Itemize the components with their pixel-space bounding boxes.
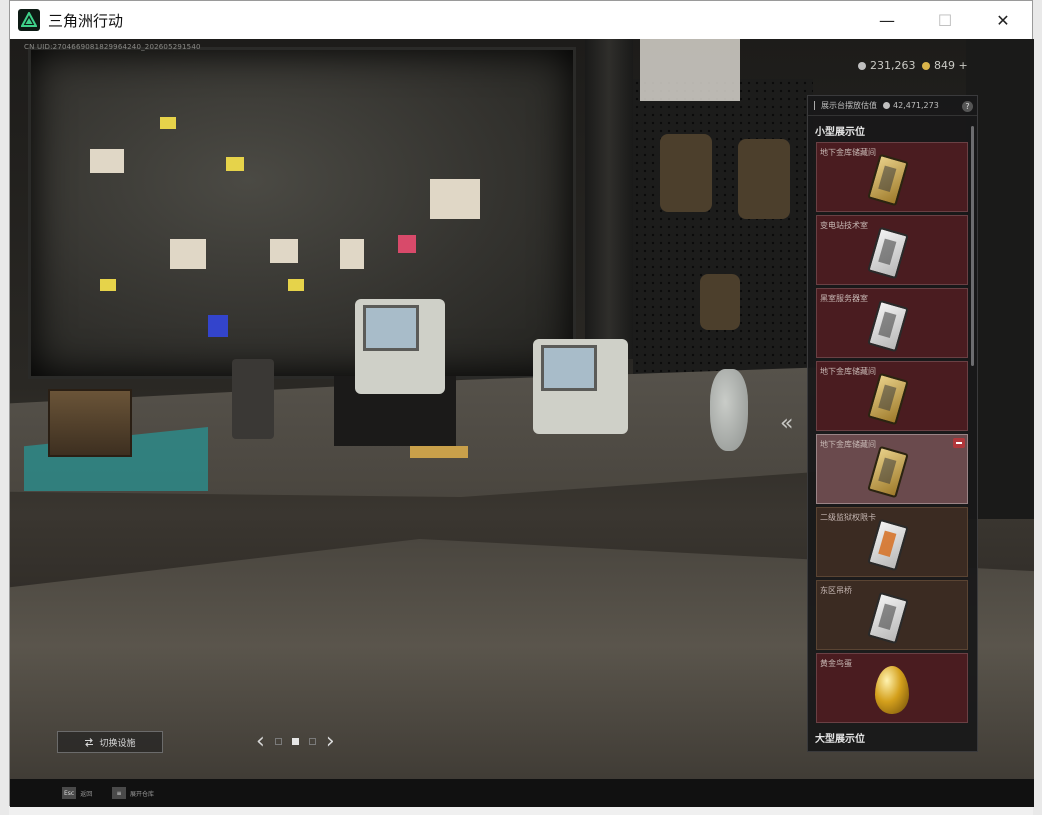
panel-header: 展示台摆放估值 42,471,273 ?	[808, 96, 977, 116]
sticky-note	[208, 315, 228, 337]
display-slot-selected[interactable]: 地下金库储藏间	[816, 434, 968, 504]
gold-keycard-icon	[867, 445, 909, 499]
large-display-section-title: 大型展示位	[815, 734, 865, 745]
open-warehouse-label: 展开仓库	[130, 790, 155, 798]
robot-figure[interactable]	[232, 359, 274, 439]
display-slot[interactable]: 地下金库储藏间	[816, 142, 968, 212]
slot-name: 黄金鸟蛋	[820, 659, 852, 668]
display-slot[interactable]: 二级监狱权限卡	[816, 507, 968, 577]
computer-screen	[541, 345, 597, 391]
window-title: 三角洲行动	[48, 11, 124, 30]
small-display-slot-list: 地下金库储藏间 变电站技术室 黑室服务器室 地下金库储藏间 地下金库储藏间 二级…	[816, 142, 968, 726]
collapse-panel-icon[interactable]: «	[780, 411, 794, 436]
white-orange-keycard-icon	[867, 518, 909, 572]
gold-amount: 849 +	[934, 59, 968, 72]
gold-coin-icon	[922, 61, 930, 70]
remove-item-button[interactable]	[953, 438, 965, 448]
map-note	[270, 239, 298, 263]
retro-computer-2[interactable]	[533, 339, 628, 434]
page-dot-2-active[interactable]	[291, 738, 299, 745]
delta-force-logo-icon	[18, 9, 40, 31]
sticky-note	[288, 279, 304, 291]
back-label: 返回	[80, 790, 93, 798]
sticky-note	[226, 157, 244, 171]
white-keycard-icon	[867, 226, 909, 280]
armor-vest[interactable]	[660, 134, 712, 212]
desktop-background-right	[1033, 0, 1042, 815]
display-value-amount: 42,471,273	[893, 101, 939, 110]
slot-name: 黑室服务器室	[820, 294, 868, 303]
panel-scrollbar[interactable]	[971, 126, 974, 366]
display-slot[interactable]: 变电站技术室	[816, 215, 968, 285]
intel-map-board[interactable]	[28, 47, 576, 379]
backpack[interactable]	[700, 274, 740, 330]
display-slot[interactable]: 黑室服务器室	[816, 288, 968, 358]
gold-currency[interactable]: 849 +	[922, 59, 968, 72]
page-dot-3[interactable]	[308, 738, 316, 745]
map-note	[430, 179, 480, 219]
map-note	[170, 239, 206, 269]
display-value: 42,471,273	[883, 101, 939, 110]
maximize-button[interactable]: ☐	[916, 1, 974, 39]
slot-name: 地下金库储藏间	[820, 440, 876, 449]
porcelain-vase[interactable]	[710, 369, 748, 451]
slot-name: 二级监狱权限卡	[820, 513, 876, 522]
esc-back-hint[interactable]: Esc 返回	[62, 787, 92, 799]
page-dot-1[interactable]	[274, 738, 282, 745]
switch-facility-label: 切换设施	[99, 738, 136, 749]
menu-key: ≡	[112, 787, 126, 799]
silver-currency: 231,263	[858, 59, 916, 72]
header-bar-icon	[814, 101, 815, 110]
computer-screen	[363, 305, 419, 351]
small-display-section-title: 小型展示位	[815, 127, 865, 138]
silver-amount: 231,263	[870, 59, 916, 72]
gold-item[interactable]	[410, 446, 468, 458]
map-note	[90, 149, 124, 173]
next-page-icon[interactable]: ›	[326, 729, 335, 754]
wall-poster	[640, 39, 740, 101]
game-window: 三角洲行动 — ☐ ✕ CN UID:2704669081829964240_2…	[9, 0, 1034, 807]
minimize-button[interactable]: —	[858, 1, 916, 39]
player-uid: CN UID:2704669081829964240_202605291540	[24, 43, 201, 51]
slot-name: 东区吊桥	[820, 586, 852, 595]
golden-egg-icon	[875, 666, 909, 714]
pegboard-wall	[633, 79, 813, 379]
open-warehouse-hint[interactable]: ≡ 展开仓库	[112, 787, 154, 799]
armor-vest[interactable]	[738, 139, 790, 219]
desktop-background-left	[0, 0, 9, 815]
display-value-label: 展示台摆放估值	[821, 101, 877, 110]
ammo-crate[interactable]	[48, 389, 132, 457]
facility-pager: ‹ ›	[256, 729, 335, 754]
prev-page-icon[interactable]: ‹	[256, 729, 265, 754]
sticky-note	[398, 235, 416, 253]
esc-key: Esc	[62, 787, 77, 799]
gold-keycard-icon	[867, 372, 909, 426]
bottom-hint-bar: Esc 返回 ≡ 展开仓库	[10, 779, 1034, 807]
sticky-note	[100, 279, 116, 291]
gold-keycard-icon	[867, 153, 909, 207]
display-slot[interactable]: 黄金鸟蛋	[816, 653, 968, 723]
silver-coin-icon	[858, 61, 866, 70]
close-button[interactable]: ✕	[974, 1, 1032, 39]
display-slot-panel: 展示台摆放估值 42,471,273 ? 小型展示位 地下金库储藏间 变电站技术…	[807, 95, 978, 752]
white-keycard-icon	[867, 591, 909, 645]
swap-icon	[85, 737, 94, 747]
support-pillar	[585, 39, 633, 359]
white-keycard-icon	[867, 299, 909, 353]
slot-name: 变电站技术室	[820, 221, 868, 230]
display-room-scene: CN UID:2704669081829964240_202605291540 …	[10, 39, 1034, 807]
slot-name: 地下金库储藏间	[820, 148, 876, 157]
title-bar[interactable]: 三角洲行动 — ☐ ✕	[10, 1, 1032, 39]
sticky-note	[160, 117, 176, 129]
retro-computer-1[interactable]	[355, 299, 445, 394]
slot-name: 地下金库储藏间	[820, 367, 876, 376]
display-slot[interactable]: 地下金库储藏间	[816, 361, 968, 431]
display-slot[interactable]: 东区吊桥	[816, 580, 968, 650]
silver-coin-icon	[883, 102, 890, 109]
help-icon[interactable]: ?	[962, 101, 973, 112]
map-note	[340, 239, 364, 269]
switch-facility-button[interactable]: 切换设施	[57, 731, 163, 753]
